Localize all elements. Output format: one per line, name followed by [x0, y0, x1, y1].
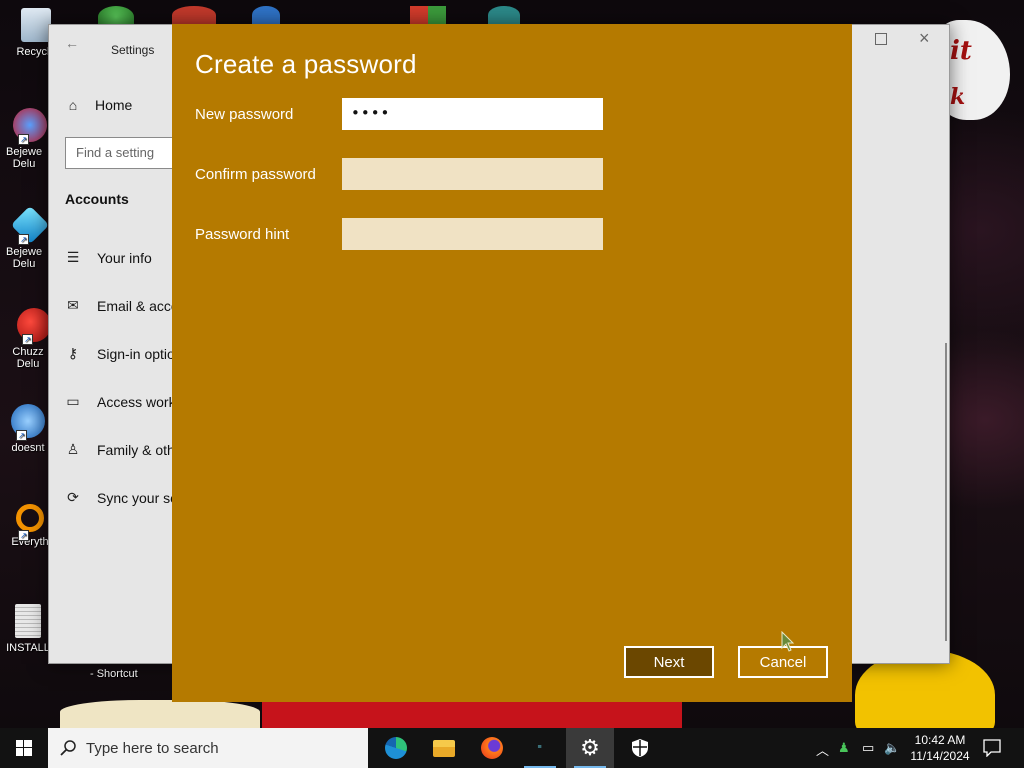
next-button[interactable]: Next	[624, 646, 714, 678]
search-icon	[60, 740, 76, 756]
nav-sign-in-options[interactable]: ⚷ Sign-in optio	[65, 345, 175, 362]
shortcut-arrow-icon: ↗	[18, 134, 29, 145]
wallpaper-text-it: it	[950, 36, 972, 66]
add-person-icon: ♙	[66, 441, 80, 457]
desktop-icon-label: Bejewe Delu	[6, 146, 43, 170]
nav-home[interactable]: ⌂ Home	[65, 97, 133, 113]
section-heading-accounts: Accounts	[65, 191, 129, 207]
person-card-icon: ☰	[66, 249, 80, 265]
new-password-field[interactable]: ••••	[342, 98, 603, 130]
shortcut-arrow-icon: ↗	[18, 530, 29, 541]
nav-email-accounts[interactable]: ✉ Email & acco	[65, 297, 179, 314]
nav-label: Email & acco	[97, 297, 179, 314]
network-icon[interactable]: ▭	[862, 740, 874, 756]
firefox-icon	[481, 737, 503, 759]
confirm-password-label: Confirm password	[195, 166, 316, 183]
nav-label: Your info	[97, 249, 152, 266]
nav-your-info[interactable]: ☰ Your info	[65, 249, 152, 266]
shortcut-arrow-icon: ↗	[16, 430, 27, 441]
document-icon	[15, 604, 41, 638]
clock-time: 10:42 AM	[914, 733, 966, 747]
notification-icon[interactable]	[983, 739, 1001, 757]
key-icon: ⚷	[67, 345, 79, 361]
settings-gear-icon: ⚙	[580, 735, 600, 760]
taskbar-clock[interactable]: 10:42 AM 11/14/2024	[900, 732, 980, 764]
nav-home-label: Home	[95, 97, 133, 113]
desktop-icon-label: doesnt	[11, 442, 45, 454]
nav-label: Sign-in optio	[97, 345, 175, 362]
taskbar-security[interactable]	[616, 728, 664, 768]
nav-sync-settings[interactable]: ⟳ Sync your se	[65, 489, 178, 506]
start-button[interactable]	[0, 728, 48, 768]
taskbar-search-placeholder: Type here to search	[86, 739, 219, 757]
taskbar-firefox[interactable]	[468, 728, 516, 768]
taskbar: Type here to search ≡ ⚙ ︿ ♟ ▭ 🔈 10:42 AM…	[0, 728, 1024, 768]
desktop-icon-partial[interactable]	[252, 6, 280, 24]
taskbar-search-box[interactable]: Type here to search	[48, 728, 368, 768]
bejeweled-gem-icon	[10, 205, 50, 245]
password-hint-label: Password hint	[195, 226, 290, 243]
shortcut-arrow-icon: ↗	[22, 334, 33, 345]
search-magnifier-icon	[16, 504, 44, 532]
home-icon: ⌂	[68, 97, 78, 113]
desktop-icon-partial[interactable]	[410, 6, 446, 24]
password-hint-field[interactable]	[342, 218, 603, 250]
desktop-icon-partial[interactable]	[488, 6, 520, 24]
taskbar-chaos-app[interactable]: ≡	[516, 728, 564, 768]
desktop-icon-label: Everyth	[11, 536, 49, 548]
nav-label: Sync your se	[97, 489, 178, 506]
scrollbar[interactable]	[945, 343, 947, 641]
taskbar-settings[interactable]: ⚙	[566, 728, 614, 768]
back-arrow-icon[interactable]: ←	[65, 35, 79, 51]
close-button[interactable]: ×	[919, 28, 930, 49]
nav-label: Access work	[97, 393, 176, 410]
desktop-icon-label: Chuzz Delu	[12, 346, 44, 370]
edge-icon	[385, 737, 407, 759]
windows-logo-icon	[16, 740, 32, 756]
clock-date: 11/14/2024	[910, 749, 970, 763]
volume-icon[interactable]: 🔈	[884, 740, 900, 756]
create-password-dialog: Create a password New password •••• Conf…	[172, 24, 852, 702]
mouse-cursor-icon	[781, 631, 795, 652]
maximize-button[interactable]	[875, 33, 887, 45]
nav-access-work[interactable]: ▭ Access work	[65, 393, 176, 410]
desktop-icon-label: INSTALL	[6, 642, 50, 654]
wallpaper-text-k: k	[950, 84, 966, 110]
nav-family-other[interactable]: ♙ Family & oth	[65, 441, 175, 458]
desktop-icon-bejeweled-2[interactable]: ↗ Bejewe Delu	[6, 205, 54, 270]
file-explorer-icon	[433, 739, 455, 757]
dialog-title: Create a password	[195, 49, 417, 79]
desktop-icon-doesnt[interactable]: ↗ doesnt	[4, 404, 52, 454]
desktop-icon-partial[interactable]	[172, 6, 216, 24]
wallpaper-red-shape	[262, 700, 682, 728]
taskbar-file-explorer[interactable]	[420, 728, 468, 768]
settings-title: Settings	[111, 43, 155, 57]
confirm-password-field[interactable]	[342, 158, 603, 190]
desktop-icon-everything[interactable]: ↗ Everyth	[6, 504, 54, 548]
shortcut-arrow-icon: ↗	[18, 234, 29, 245]
mail-icon: ✉	[67, 297, 79, 313]
nav-label: Family & oth	[97, 441, 175, 458]
recycle-bin-icon	[21, 8, 51, 42]
chaos-app-icon: ≡	[537, 744, 543, 751]
sync-icon: ⟳	[67, 489, 79, 505]
desktop-icon-bejeweled[interactable]: ↗ Bejewe Delu	[6, 108, 54, 170]
new-password-label: New password	[195, 106, 294, 123]
briefcase-icon: ▭	[66, 393, 80, 409]
desktop-icon-install[interactable]: INSTALL	[4, 604, 52, 654]
wallpaper-cream-shape	[60, 700, 260, 728]
wallpaper-shortcut-text: - Shortcut	[90, 668, 138, 680]
show-hidden-icons-chevron-up-icon[interactable]: ︿	[816, 740, 829, 759]
security-shield-icon	[632, 739, 648, 757]
user-tray-icon[interactable]: ♟	[838, 740, 850, 756]
desktop-icon-label: Bejewe Delu	[6, 246, 43, 270]
taskbar-edge[interactable]	[372, 728, 420, 768]
